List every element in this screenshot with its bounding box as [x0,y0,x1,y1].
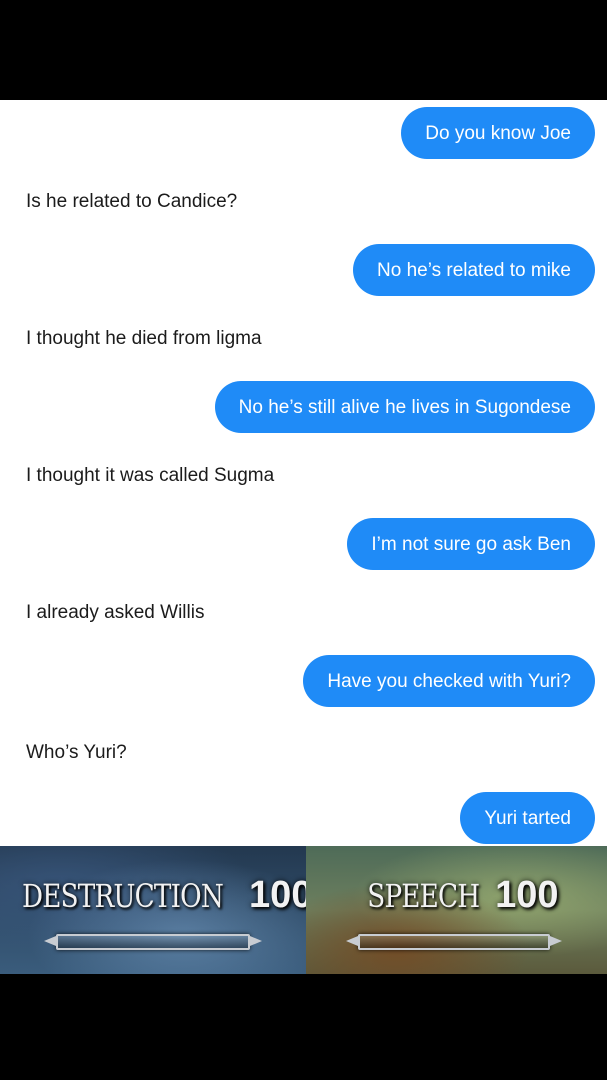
message-text: I already asked Willis [26,602,205,623]
outgoing-message-bubble: No he’s related to mike [353,244,595,296]
message-text: Who’s Yuri? [26,742,127,763]
message-text: No he’s related to mike [377,259,571,281]
outgoing-message-bubble: I’m not sure go ask Ben [347,518,595,570]
message-text: Have you checked with Yuri? [327,670,571,692]
outgoing-message-bubble: Yuri tarted [460,792,595,844]
skill-level: 100 [249,874,306,916]
message-text: Is he related to Candice? [26,191,238,212]
message-text: I’m not sure go ask Ben [371,533,571,555]
message-text: No he’s still alive he lives in Sugondes… [238,396,571,418]
skill-name: SPEECH [366,877,480,915]
skill-progress-bar [44,934,262,950]
outgoing-message-bubble: No he’s still alive he lives in Sugondes… [214,381,595,433]
message-thread: Do you know Joe Is he related to Candice… [0,100,607,846]
skill-level-banner: DESTRUCTION 100 SPEECH 100 [0,846,607,974]
outgoing-message-bubble: Have you checked with Yuri? [303,655,595,707]
message-text: I thought it was called Sugma [26,465,275,486]
destruction-skill-panel: DESTRUCTION 100 [0,846,306,974]
skill-level: 100 [495,874,559,916]
skill-name: DESTRUCTION [22,877,224,915]
incoming-message-text: Who’s Yuri? [26,743,127,762]
incoming-message-text: Is he related to Candice? [26,192,237,211]
message-text: Do you know Joe [425,122,571,144]
meme-frame: Do you know Joe Is he related to Candice… [0,0,607,1080]
message-text: I thought he died from ligma [26,328,262,349]
outgoing-message-bubble: Do you know Joe [401,107,595,159]
speech-skill-panel: SPEECH 100 [306,846,607,974]
skill-label: SPEECH 100 [306,874,607,917]
skill-label: DESTRUCTION 100 [0,874,306,917]
incoming-message-text: I thought it was called Sugma [26,466,274,485]
message-text: Yuri tarted [484,807,571,829]
incoming-message-text: I already asked Willis [26,603,204,622]
skill-progress-bar [346,934,562,950]
incoming-message-text: I thought he died from ligma [26,329,262,348]
